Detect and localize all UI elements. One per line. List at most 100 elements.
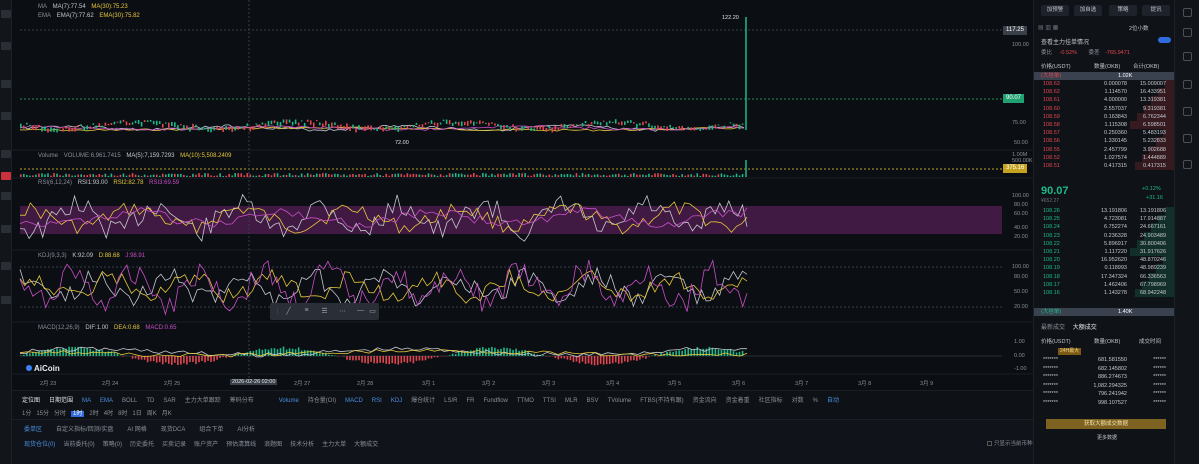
orderbook-row[interactable]: 108.19 0.118993 48.989239	[1034, 264, 1175, 273]
indicator-toggle[interactable]: 筹码分布	[230, 398, 254, 404]
only-current-checkbox[interactable]: 只显示当前币种	[987, 439, 1033, 447]
settings-icon[interactable]	[1, 296, 11, 304]
orders-subtab[interactable]: 大额成交	[354, 442, 378, 448]
interval-option[interactable]: 分时	[54, 411, 66, 417]
orderbook-row[interactable]: 108.24 6.752274 24.667161	[1034, 223, 1175, 232]
drawing-toolbar[interactable]: ⋮ ╱ ≡ ☰ ⋯ — ▭	[270, 303, 379, 320]
interval-option[interactable]: 月K	[162, 411, 172, 417]
orderbook-row[interactable]: 108.20 16.952620 48.870246	[1034, 256, 1175, 265]
list-tool-icon[interactable]: ☰	[320, 307, 329, 316]
indicator-toggle[interactable]: 资金流向	[693, 398, 717, 404]
trade-row[interactable]: ******* 681.581550 ******	[1034, 356, 1175, 364]
list-icon[interactable]	[1183, 80, 1192, 89]
indicator-toggle[interactable]: MA	[82, 398, 91, 404]
dash-tool-icon[interactable]: ⋯	[338, 307, 347, 316]
wallet-icon[interactable]	[1, 192, 11, 200]
indicator-toggle[interactable]: RSI	[372, 398, 382, 404]
orders-subtab[interactable]: 账户资产	[194, 442, 218, 448]
orderbook-row[interactable]: 108.62 1.114570 16.433951	[1034, 88, 1175, 97]
indicator-toggle[interactable]: 社区指标	[759, 398, 783, 404]
trade-icon[interactable]	[1, 150, 11, 158]
orders-tab[interactable]: 现货DCA	[161, 427, 186, 433]
orders-subtab[interactable]: 主力大单	[322, 442, 346, 448]
rect-tool-icon[interactable]: ▭	[368, 307, 377, 316]
tools-icon[interactable]	[1183, 160, 1192, 169]
indicator-toggle[interactable]: TVolume	[608, 398, 632, 404]
interval-option[interactable]: 15分	[36, 411, 49, 417]
interval-option[interactable]: 1日	[132, 411, 141, 417]
orderbook-row[interactable]: 108.58 1.115308 6.598501	[1034, 121, 1175, 130]
grid-icon[interactable]	[1, 42, 11, 50]
orderbook-view-icons[interactable]: ▤ ▥ ▦	[1038, 24, 1058, 31]
trade-row[interactable]: ******* 1,082.294325 ******	[1034, 382, 1175, 390]
indicator-toggle[interactable]: 对数	[792, 398, 804, 404]
trade-row[interactable]: ******* 886.274673 ******	[1034, 373, 1175, 381]
indicator-toggle[interactable]: 爆仓统计	[411, 398, 435, 404]
interval-option[interactable]: 8时	[118, 411, 127, 417]
orderbook-row[interactable]: 108.21 1.117220 31.917626	[1034, 248, 1175, 257]
checkbox-icon[interactable]	[987, 441, 992, 447]
orderbook-row[interactable]: 108.23 0.236328 24.903489	[1034, 231, 1175, 240]
orders-tab[interactable]: AI分析	[237, 427, 255, 433]
indicator-toggle[interactable]: 主力大单跟踪	[185, 398, 221, 404]
orderbook-row[interactable]: 108.51 0.417315 0.417315	[1034, 162, 1175, 171]
orders-tab[interactable]: 自定义指标/回测/实盘	[56, 427, 113, 433]
indicator-toggle[interactable]: BOLL	[122, 398, 137, 404]
indicator-toggle[interactable]: 定位图	[22, 398, 40, 404]
layers-icon[interactable]	[1, 225, 11, 233]
align-tool-icon[interactable]: ≡	[302, 307, 311, 316]
bell-icon[interactable]	[1, 112, 11, 120]
orderbook-row[interactable]: 108.52 1.027574 1.444889	[1034, 153, 1175, 162]
interval-option[interactable]: 4时	[104, 411, 113, 417]
indicator-toggle[interactable]: Volume	[279, 398, 299, 404]
orders-subtab[interactable]: 买卖记录	[162, 442, 186, 448]
indicator-toggle[interactable]: %	[813, 398, 818, 404]
orderbook-row[interactable]: 108.25 4.723081 17.914887	[1034, 215, 1175, 224]
indicator-toggle[interactable]: SAR	[163, 398, 175, 404]
chart-icon[interactable]	[1, 80, 11, 88]
layout-icon[interactable]	[1183, 28, 1192, 37]
orderbook-row[interactable]: 108.17 1.462406 67.798969	[1034, 280, 1175, 289]
indicator-toggle[interactable]: TD	[146, 398, 154, 404]
interval-option[interactable]: 1分	[22, 411, 31, 417]
news-icon[interactable]	[1183, 134, 1192, 143]
interval-option[interactable]: 1时	[71, 411, 85, 417]
tab-large-trades[interactable]: 大额成交	[1073, 325, 1097, 331]
drag-handle-icon[interactable]: ⋮	[273, 307, 282, 316]
tab-latest-trades[interactable]: 最新成交	[1041, 325, 1065, 331]
add-alert-button[interactable]: 加预警	[1041, 5, 1069, 16]
user-icon[interactable]	[1183, 52, 1192, 61]
indicator-toggle[interactable]: BSV	[587, 398, 599, 404]
screen-icon[interactable]	[1, 262, 11, 270]
orderbook-row[interactable]: 108.56 1.330145 5.232833	[1034, 137, 1175, 146]
kline-chart[interactable]: MA MA(7):77.54 MA(30):75.23 EMA EMA(7):7…	[12, 0, 1033, 390]
trade-row[interactable]: ******* 998.107527 ******	[1034, 399, 1175, 407]
line-style-icon[interactable]: —	[356, 307, 365, 316]
orders-subtab[interactable]: 当前委托(0)	[63, 442, 94, 448]
menu-icon[interactable]	[1, 10, 11, 18]
orderbook-row[interactable]: 108.63 0.000078 15.009007	[1034, 80, 1175, 89]
indicator-toggle[interactable]: TTMO	[517, 398, 534, 404]
indicator-toggle[interactable]: 日期范围	[49, 398, 73, 404]
indicator-toggle[interactable]: MACD	[345, 398, 363, 404]
orderbook-row[interactable]: 108.57 0.250360 5.483193	[1034, 129, 1175, 138]
indicator-toggle[interactable]: EMA	[100, 398, 113, 404]
window-icon[interactable]	[1183, 8, 1192, 17]
orders-subtab[interactable]: 现货仓位(0)	[24, 442, 55, 448]
indicator-toggle[interactable]: FR	[467, 398, 475, 404]
orders-subtab[interactable]: 浪题图	[264, 442, 282, 448]
indicator-toggle[interactable]: 资金着重	[726, 398, 750, 404]
indicator-toggle[interactable]: MLR	[565, 398, 578, 404]
orderbook-row[interactable]: 108.61 4.000000 13.319381	[1034, 96, 1175, 105]
orderbook-row[interactable]: 108.18 17.347324 66.336563	[1034, 272, 1175, 281]
trade-row[interactable]: ******* 682.145802 ******	[1034, 365, 1175, 373]
orders-subtab[interactable]: 历史委托	[130, 442, 154, 448]
orders-subtab[interactable]: 预估清算线	[226, 442, 256, 448]
indicator-toggle[interactable]: 自动	[827, 398, 839, 404]
indicator-toggle[interactable]: Fundflow	[484, 398, 508, 404]
orderbook-row[interactable]: 108.59 0.163843 6.762344	[1034, 112, 1175, 121]
indicator-toggle[interactable]: FTBS(不持有跟)	[640, 398, 683, 404]
orders-subtab[interactable]: 策略(0)	[103, 442, 122, 448]
indicator-toggle[interactable]: KDJ	[391, 398, 402, 404]
orderbook-row[interactable]: 108.16 1.143278 68.942248	[1034, 289, 1175, 298]
